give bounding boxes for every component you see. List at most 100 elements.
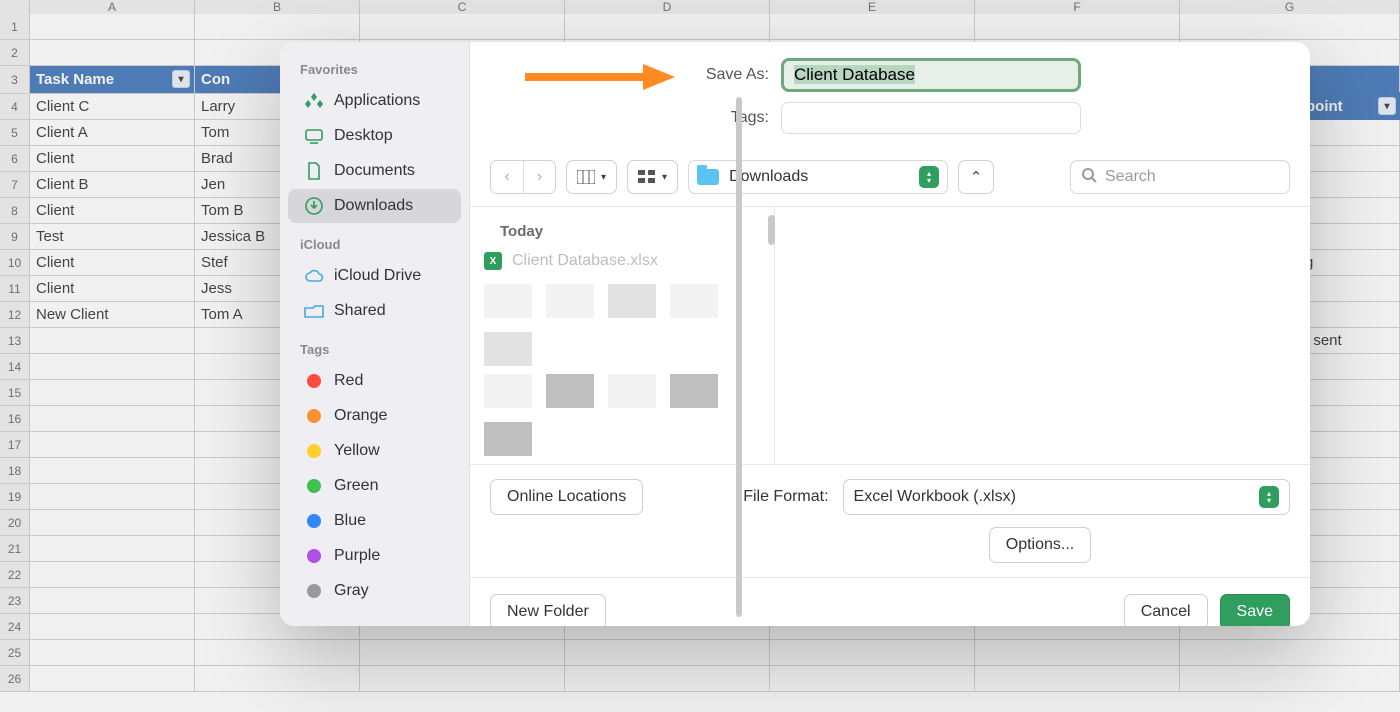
sidebar-item-icloud-drive[interactable]: iCloud Drive [288,259,461,293]
file-name: Client Database.xlsx [512,252,658,270]
group-button[interactable]: ▾ [627,160,678,194]
tag-dot-icon [304,581,324,601]
chevron-down-icon: ▾ [601,172,606,183]
save-dialog: Favorites ApplicationsDesktopDocumentsDo… [280,42,1310,626]
sidebar-item-downloads[interactable]: Downloads [288,189,461,223]
sidebar-item-applications[interactable]: Applications [288,84,461,118]
tags-input[interactable] [781,102,1081,134]
table-cell[interactable]: Client A [30,120,195,145]
folder-icon [697,169,719,185]
sidebar-tag-yellow[interactable]: Yellow [288,434,461,468]
save-as-label: Save As: [699,66,769,84]
down-icon [304,196,324,216]
header-task[interactable]: Task Name▾ [30,66,195,93]
table-cell[interactable]: New Client [30,302,195,327]
file-browser: Today X Client Database.xlsx [470,207,1310,464]
col-A[interactable]: A [30,0,195,14]
search-placeholder: Search [1105,168,1156,186]
nav-buttons: ‹ › [490,160,556,194]
save-as-input[interactable]: Client Database [781,58,1081,92]
sidebar-item-label: Blue [334,512,366,530]
header-point[interactable]: point ▾ [1300,92,1400,120]
file-format-strip: Online Locations File Format: Excel Work… [470,464,1310,577]
desktop-icon [304,126,324,146]
column-scrollbar[interactable] [768,215,775,245]
sidebar-item-label: Gray [334,582,369,600]
tag-dot-icon [304,476,324,496]
dialog-actions: New Folder Cancel Save [470,577,1310,626]
dialog-toolbar: ‹ › ▾ ▾ Downloads ▴▾ ⌃ [470,154,1310,207]
search-icon [1081,167,1097,188]
table-cell[interactable]: Client B [30,172,195,197]
sidebar-item-label: Green [334,477,378,495]
location-popup[interactable]: Downloads ▴▾ [688,160,948,194]
col-C[interactable]: C [360,0,565,14]
sidebar-tag-green[interactable]: Green [288,469,461,503]
table-cell[interactable]: Client [30,198,195,223]
table-cell[interactable]: Test [30,224,195,249]
tag-dot-icon [304,406,324,426]
sidebar-tag-orange[interactable]: Orange [288,399,461,433]
updown-icon: ▴▾ [1259,486,1279,508]
chevron-down-icon: ▾ [662,172,667,183]
online-locations-button[interactable]: Online Locations [490,479,643,515]
sidebar-tag-red[interactable]: Red [288,364,461,398]
search-input[interactable]: Search [1070,160,1290,194]
sidebar-item-label: Downloads [334,197,413,215]
col-E[interactable]: E [770,0,975,14]
sidebar-item-label: iCloud Drive [334,267,421,285]
location-label: Downloads [729,168,909,186]
apps-icon [304,91,324,111]
sidebar-item-label: Applications [334,92,420,110]
sidebar-tag-blue[interactable]: Blue [288,504,461,538]
sidebar-tag-gray[interactable]: Gray [288,574,461,608]
table-cell[interactable]: Client [30,276,195,301]
finder-sidebar: Favorites ApplicationsDesktopDocumentsDo… [280,42,470,626]
sidebar-section-tags: Tags [280,336,469,363]
table-cell[interactable]: Client [30,250,195,275]
col-F[interactable]: F [975,0,1180,14]
browser-column-2 [775,207,1310,464]
dialog-main: Save As: Client Database Tags: ‹ › ▾ ▾ [470,42,1310,626]
file-format-value: Excel Workbook (.xlsx) [854,488,1016,506]
new-folder-button[interactable]: New Folder [490,594,606,626]
collapse-button[interactable]: ⌃ [958,160,994,194]
col-G[interactable]: G [1180,0,1400,14]
back-button[interactable]: ‹ [491,161,523,193]
sidebar-item-documents[interactable]: Documents [288,154,461,188]
group-today: Today [470,217,774,246]
table-cell[interactable]: Client [30,146,195,171]
view-columns-button[interactable]: ▾ [566,160,617,194]
forward-button[interactable]: › [523,161,555,193]
sidebar-item-desktop[interactable]: Desktop [288,119,461,153]
save-button[interactable]: Save [1220,594,1290,626]
sidebar-scrollbar[interactable] [736,97,742,617]
sidebar-item-label: Documents [334,162,415,180]
sidebar-item-shared[interactable]: Shared [288,294,461,328]
tags-label: Tags: [699,109,769,127]
file-format-select[interactable]: Excel Workbook (.xlsx) ▴▾ [843,479,1290,515]
file-thumbnails [470,276,774,374]
column-headers: A B C D E F G [0,0,1400,14]
browser-column-1: Today X Client Database.xlsx [470,207,775,464]
file-row[interactable]: X Client Database.xlsx [470,246,774,276]
col-B[interactable]: B [195,0,360,14]
sidebar-section-icloud: iCloud [280,231,469,258]
file-thumbnails-2 [470,374,774,464]
sidebar-tag-purple[interactable]: Purple [288,539,461,573]
tag-dot-icon [304,441,324,461]
tag-dot-icon [304,511,324,531]
chevron-up-icon: ⌃ [970,168,983,186]
cloud-icon [304,266,324,286]
tag-dot-icon [304,546,324,566]
options-button[interactable]: Options... [989,527,1091,563]
filter-icon[interactable]: ▾ [1378,97,1396,115]
sidebar-item-label: Shared [334,302,386,320]
table-cell[interactable]: Client C [30,94,195,119]
save-as-value: Client Database [794,65,915,84]
sidebar-item-label: Yellow [334,442,380,460]
annotation-arrow [525,62,675,92]
col-D[interactable]: D [565,0,770,14]
cancel-button[interactable]: Cancel [1124,594,1208,626]
tag-dot-icon [304,371,324,391]
